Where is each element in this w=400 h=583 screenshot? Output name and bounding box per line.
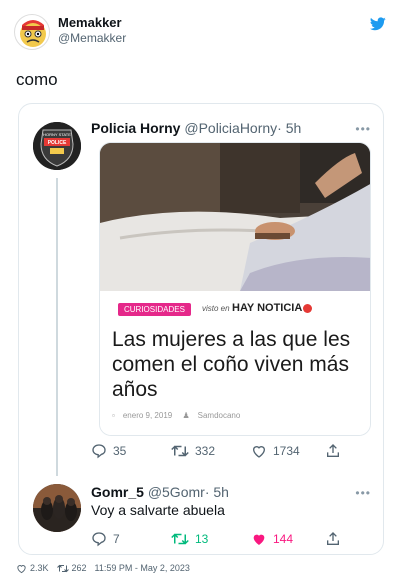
quoted-time: · 5h (277, 120, 302, 136)
reply-like-action[interactable]: 144 (251, 528, 293, 550)
seen-in-label: visto en (202, 304, 230, 313)
share-icon (327, 532, 339, 545)
quoted-tweet-card[interactable]: HORNY STATE POLICE Policia Horny @Polici… (18, 103, 384, 555)
avatar[interactable] (14, 14, 50, 50)
like-count: 1734 (273, 444, 300, 458)
reply-icon (92, 444, 106, 459)
share-action[interactable] (325, 440, 347, 462)
reply-more-icon[interactable]: ••• (355, 486, 371, 500)
tweet-header: Memakker @Memakker (14, 14, 386, 54)
news-footer: CURIOSIDADES visto en HAY NOTICIA Las mu… (100, 293, 370, 435)
reply-icon (92, 532, 106, 547)
quoted-author[interactable]: Policia Horny @PoliciaHorny· 5h (91, 120, 301, 136)
reply-time: · 5h (204, 484, 229, 500)
retweet-count: 332 (195, 444, 216, 458)
user-icon: ♟ (182, 411, 190, 420)
quoted-avatar[interactable]: HORNY STATE POLICE (33, 122, 81, 170)
tweet-text: como (16, 70, 58, 89)
reply-author[interactable]: Gomr_5 @5Gomr· 5h (91, 484, 229, 500)
author-name[interactable]: Memakker (58, 15, 122, 30)
category-badge[interactable]: CURIOSIDADES (118, 303, 191, 316)
reply-handle[interactable]: @5Gomr (148, 484, 205, 500)
badge-top-text: HORNY STATE (43, 132, 71, 137)
thread-line (56, 178, 58, 476)
quoted-actions: 35 332 1734 (91, 440, 339, 462)
reply-action[interactable]: 35 (91, 440, 126, 462)
footer-retweets[interactable]: 262 (56, 563, 87, 574)
more-icon[interactable]: ••• (355, 122, 371, 136)
retweet-action[interactable]: 332 (171, 440, 215, 462)
brand-logo[interactable]: HAY NOTICIA (232, 302, 313, 314)
news-date: enero 9, 2019 (122, 411, 173, 420)
news-headline[interactable]: Las mujeres a las que les comen el coño … (112, 327, 362, 402)
news-author: Samdocano (197, 411, 241, 420)
retweet-icon (56, 564, 69, 572)
reply-avatar[interactable] (33, 484, 81, 532)
heart-filled-icon (253, 534, 265, 545)
reply-count: 35 (113, 444, 127, 458)
heart-icon (17, 564, 26, 573)
reply-text: Voy a salvarte abuela (91, 502, 225, 518)
footer-timestamp[interactable]: 11:59 PM - May 2, 2023 (95, 563, 190, 573)
reply-retweet-action[interactable]: 13 (171, 528, 208, 550)
reply-reply-action[interactable]: 7 (91, 528, 120, 550)
reply-name[interactable]: Gomr_5 (91, 484, 144, 500)
footer-retweet-count: 262 (71, 563, 87, 573)
like-action[interactable]: 1734 (251, 440, 300, 462)
retweet-icon (171, 533, 189, 545)
heart-icon (252, 446, 266, 458)
footer-like-count: 2.3K (30, 563, 49, 573)
retweet-icon (171, 445, 189, 457)
footer-likes[interactable]: 2.3K (16, 563, 49, 574)
brand-dot-icon (303, 303, 313, 313)
calendar-icon: ▫ (112, 411, 115, 420)
news-photo (100, 143, 370, 291)
badge-police-text: POLICE (48, 140, 67, 146)
quoted-name[interactable]: Policia Horny (91, 120, 180, 136)
quoted-handle[interactable]: @PoliciaHorny (184, 120, 277, 136)
reply-like-count: 144 (273, 532, 294, 546)
twitter-bird-icon[interactable] (370, 17, 386, 31)
tweet-footer: 2.3K 262 11:59 PM - May 2, 2023 (16, 560, 386, 576)
reply-retweet-count: 13 (195, 532, 209, 546)
news-meta: ▫ enero 9, 2019 ♟ Samdocano (112, 411, 248, 420)
reply-reply-count: 7 (113, 532, 120, 546)
brand-name: HAY NOTICIA (232, 302, 303, 314)
author-handle[interactable]: @Memakker (58, 31, 126, 45)
reply-actions: 7 13 144 (91, 528, 339, 550)
share-icon (327, 444, 339, 457)
news-preview-card[interactable]: CURIOSIDADES visto en HAY NOTICIA Las mu… (99, 142, 371, 436)
reply-share-action[interactable] (325, 528, 347, 550)
